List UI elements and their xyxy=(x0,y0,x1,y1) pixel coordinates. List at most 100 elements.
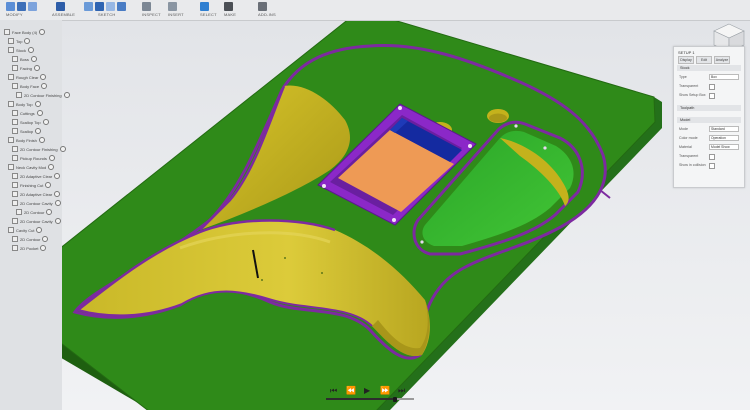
visibility-icon[interactable] xyxy=(54,191,61,197)
joint-icon[interactable] xyxy=(56,2,65,11)
make-icon[interactable] xyxy=(224,2,233,11)
tree-item[interactable]: Scallop xyxy=(12,127,42,135)
model-transparent-checkbox[interactable] xyxy=(709,153,715,160)
visibility-icon[interactable] xyxy=(46,209,53,215)
transparent-checkbox[interactable] xyxy=(709,83,715,90)
show-in-collision-checkbox[interactable] xyxy=(709,162,715,169)
addins-icon[interactable] xyxy=(258,2,267,11)
select-icon[interactable] xyxy=(200,2,209,11)
visibility-icon[interactable] xyxy=(35,128,42,134)
toolbar-group-assemble[interactable]: ASSEMBLE xyxy=(46,0,86,20)
visibility-icon[interactable] xyxy=(36,110,43,116)
visibility-icon[interactable] xyxy=(28,47,35,53)
visibility-icon[interactable] xyxy=(39,29,46,35)
sketch-icon[interactable] xyxy=(84,2,93,11)
visibility-icon[interactable] xyxy=(48,164,55,170)
sweep-icon[interactable] xyxy=(117,2,126,11)
visibility-icon[interactable] xyxy=(40,245,47,251)
visibility-icon[interactable] xyxy=(59,146,66,152)
visibility-icon[interactable] xyxy=(45,182,52,188)
extrude-icon[interactable] xyxy=(95,2,104,11)
tree-item-label: 2D Adaptive Clear xyxy=(20,173,53,179)
tree-item[interactable]: Body Finish xyxy=(8,136,45,144)
tree-item[interactable]: Neck Cavity Mod xyxy=(8,163,55,171)
tab-edit[interactable]: Edit xyxy=(696,56,712,64)
toolbar-group-sketch[interactable]: SKETCH xyxy=(84,0,140,20)
shell-icon[interactable] xyxy=(28,2,37,11)
visibility-icon[interactable] xyxy=(54,200,61,206)
visibility-icon[interactable] xyxy=(42,119,49,125)
tab-display[interactable]: Display xyxy=(678,56,694,64)
tree-item[interactable]: 2D Contour xyxy=(16,208,53,216)
visibility-icon[interactable] xyxy=(38,137,45,143)
tree-item[interactable]: Cuttings xyxy=(12,109,43,117)
tree-item[interactable]: 2D Contour xyxy=(12,235,49,243)
tree-item[interactable]: Body Face xyxy=(12,82,48,90)
step-forward-icon[interactable]: ⏩ xyxy=(380,387,390,395)
show-setup-box-checkbox[interactable] xyxy=(709,92,715,99)
toolbar-group-select[interactable]: SELECT xyxy=(200,0,220,20)
insert-icon[interactable] xyxy=(168,2,177,11)
visibility-icon[interactable] xyxy=(36,227,43,233)
tree-item-label: Finishing Cut xyxy=(20,182,44,188)
fillet-icon[interactable] xyxy=(17,2,26,11)
section-model[interactable]: Model xyxy=(677,117,741,123)
tree-item[interactable]: Finishing Cut xyxy=(12,181,52,189)
timeline-slider[interactable] xyxy=(326,396,414,402)
tree-item[interactable]: Facing xyxy=(12,64,41,72)
tree-item[interactable]: Stock xyxy=(8,46,35,54)
visibility-icon[interactable] xyxy=(54,218,61,224)
material-select[interactable]: Model Show xyxy=(709,144,739,150)
toolbar-group-inspect[interactable]: INSPECT xyxy=(142,0,166,20)
play-icon[interactable]: ▶ xyxy=(364,387,370,395)
tree-item[interactable]: Rough Clear xyxy=(8,73,47,81)
tree-item[interactable]: 2D Contour Cavity xyxy=(12,217,61,225)
visibility-icon[interactable] xyxy=(40,74,47,80)
visibility-icon[interactable] xyxy=(41,83,48,89)
section-stock[interactable]: Stock xyxy=(677,65,741,71)
color-mode-select[interactable]: Operation xyxy=(709,135,739,141)
tab-analyze[interactable]: Analyze xyxy=(714,56,730,64)
toolbar-group-make[interactable]: MAKE xyxy=(224,0,254,20)
tree-item[interactable]: Scallop Top xyxy=(12,118,49,126)
timeline-thumb[interactable] xyxy=(392,396,397,402)
skip-end-icon[interactable]: ⏭ xyxy=(398,387,405,395)
tree-item[interactable]: Top xyxy=(8,37,31,45)
tree-item[interactable]: 2D Contour Cavity xyxy=(12,199,61,207)
cam-viewport[interactable] xyxy=(0,20,750,410)
visibility-icon[interactable] xyxy=(30,56,37,62)
section-toolpath[interactable]: Toolpath xyxy=(677,105,741,111)
visibility-icon[interactable] xyxy=(42,236,49,242)
toolbar-group-insert[interactable]: INSERT xyxy=(168,0,196,20)
tree-item[interactable]: Boss xyxy=(12,55,37,63)
measure-icon[interactable] xyxy=(142,2,151,11)
tree-item[interactable]: 2D Pocket xyxy=(12,244,47,252)
visibility-icon[interactable] xyxy=(34,65,41,71)
visibility-icon[interactable] xyxy=(24,38,31,44)
operation-icon xyxy=(12,245,18,251)
skip-start-icon[interactable]: ⏮ xyxy=(330,387,337,395)
tree-item-label: Rough Clear xyxy=(16,74,39,80)
tree-item[interactable]: Cavity Cut xyxy=(8,226,43,234)
tree-item[interactable]: 2D Contour Finishing xyxy=(16,91,70,99)
visibility-icon[interactable] xyxy=(54,173,61,179)
tree-item[interactable]: Pickup Rounds xyxy=(12,154,55,162)
visibility-icon[interactable] xyxy=(48,155,55,161)
tree-item[interactable]: 2D Adaptive Clear xyxy=(12,172,61,180)
tree-item[interactable]: 2D Adaptive Clear xyxy=(12,190,61,198)
type-select[interactable]: Box xyxy=(709,74,739,80)
mode-select[interactable]: Standard xyxy=(709,126,739,132)
toolbar-group-addins[interactable]: ADD-INS xyxy=(258,0,294,20)
visibility-icon[interactable] xyxy=(63,92,70,98)
tree-item[interactable]: Body Top xyxy=(8,100,41,108)
visibility-icon[interactable] xyxy=(34,101,41,107)
tree-item[interactable]: 2D Contour Finishing xyxy=(12,145,66,153)
push-pull-icon[interactable] xyxy=(6,2,15,11)
row-model-transparent: Transparent xyxy=(679,153,739,160)
tree-item[interactable]: Face Body (4) xyxy=(4,28,46,36)
tree-item-label: 2D Adaptive Clear xyxy=(20,191,53,197)
step-back-icon[interactable]: ⏪ xyxy=(346,387,356,395)
revolve-icon[interactable] xyxy=(106,2,115,11)
operation-icon xyxy=(8,137,14,143)
tree-item-label: Pickup Rounds xyxy=(20,155,47,161)
